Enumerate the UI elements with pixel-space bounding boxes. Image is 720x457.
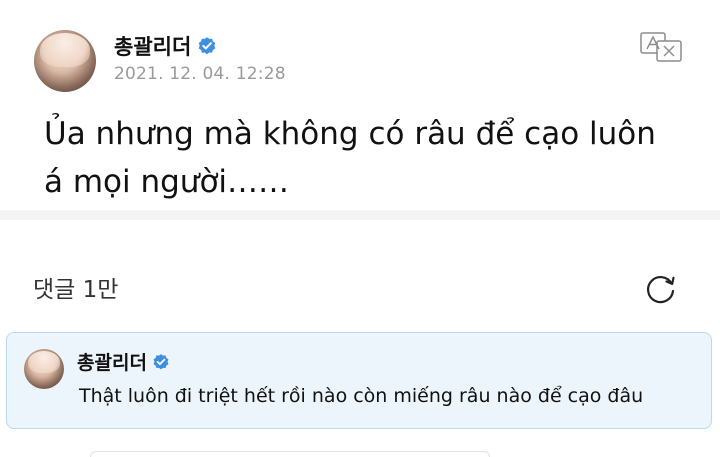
post-timestamp: 2021. 12. 04. 12:28	[114, 64, 286, 84]
post-author-name[interactable]: 총괄리더	[114, 31, 191, 61]
comment-author-row: 총괄리더	[77, 348, 170, 375]
avatar-hair	[40, 33, 90, 68]
comments-header: 댓글 1만	[0, 220, 720, 330]
pinned-comment-card[interactable]: 총괄리더 Thật luôn đi triệt hết rồi nào còn …	[6, 332, 712, 429]
refresh-icon[interactable]	[644, 272, 678, 306]
next-comment-edge	[90, 451, 490, 457]
post-author-row: 총괄리더	[114, 31, 217, 61]
comment-author-avatar[interactable]	[24, 349, 64, 389]
verified-badge-icon	[197, 36, 217, 56]
author-avatar[interactable]	[34, 30, 96, 92]
post-body-text: Ủa nhưng mà không có râu để cạo luôn á m…	[44, 116, 656, 200]
comments-count-title: 댓글 1만	[33, 277, 119, 303]
verified-badge-icon	[152, 353, 170, 371]
comment-body-text: Thật luôn đi triệt hết rồi nào còn miếng…	[79, 385, 644, 407]
post: 총괄리더 2021. 12. 04. 12:28 Ủa nhưng mà khô…	[0, 0, 720, 210]
translate-icon[interactable]	[640, 32, 682, 62]
comment-author-name[interactable]: 총괄리더	[77, 348, 147, 375]
section-divider	[0, 210, 720, 220]
avatar-hair	[28, 351, 60, 373]
